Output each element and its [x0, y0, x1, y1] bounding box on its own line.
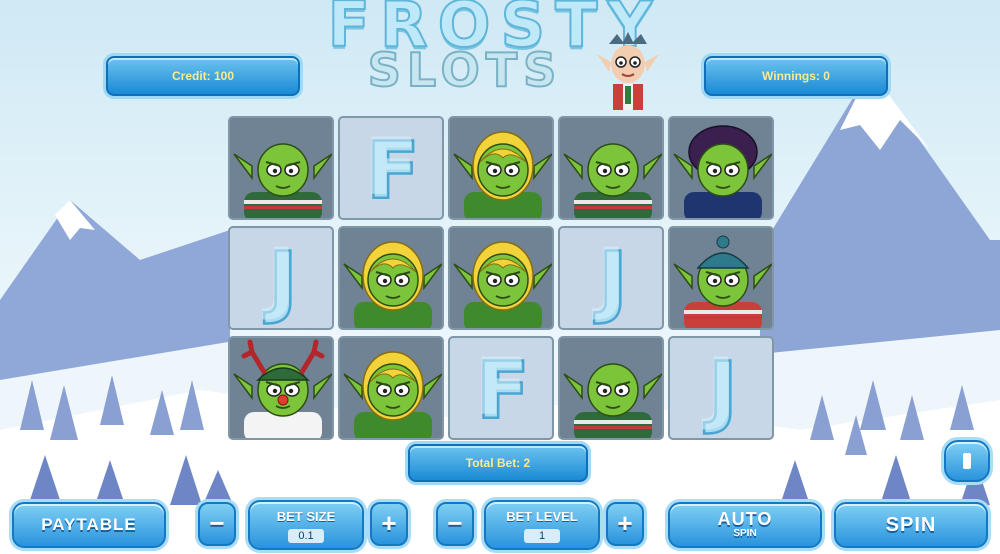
goblin-girl-blonde-icon	[453, 131, 552, 218]
goblin-boy-sweater-icon	[563, 143, 662, 218]
bet-size-value: 0.1	[288, 529, 324, 543]
goblin-girl-blonde-icon	[453, 241, 552, 328]
reels-grid: FFJJJJFFJJ	[228, 116, 775, 442]
spin-label: SPIN	[885, 513, 937, 536]
total-bet-display: Total Bet: 2	[408, 444, 588, 482]
auto-spin-label: AUTO	[717, 509, 773, 529]
fullscreen-icon	[963, 453, 971, 469]
ice-letter-J-icon: JJ	[261, 233, 298, 328]
reel-symbol-goblin-boy-sweater	[228, 116, 334, 220]
spin-button[interactable]: SPIN	[834, 502, 988, 548]
bet-size-control: BET SIZE 0.1	[248, 500, 364, 550]
svg-text:J: J	[591, 233, 625, 323]
svg-text:F: F	[474, 343, 527, 433]
reel-symbol-ice-letter-F: FF	[448, 336, 554, 440]
goblin-purple-hair-icon	[673, 125, 772, 218]
bet-level-control: BET LEVEL 1	[484, 500, 600, 550]
mascot-goblin	[597, 32, 659, 110]
bet-level-label: BET LEVEL	[506, 509, 578, 524]
ice-letter-J-icon: JJ	[591, 233, 628, 328]
ice-letter-J-icon: JJ	[701, 343, 738, 438]
reel-symbol-goblin-purple-hair	[668, 116, 774, 220]
ice-letter-F-icon: FF	[364, 123, 421, 218]
reel-symbol-goblin-girl-blonde	[448, 116, 554, 220]
reel-symbol-ice-letter-F: FF	[338, 116, 444, 220]
goblin-boy-sweater-icon	[563, 363, 662, 438]
reel-symbol-goblin-beanie	[668, 226, 774, 330]
paytable-button[interactable]: PAYTABLE	[12, 502, 166, 548]
goblin-boy-sweater-icon	[233, 143, 332, 218]
fullscreen-button[interactable]	[944, 440, 990, 482]
logo-line-2: SLOTS	[367, 42, 563, 98]
credit-display: Credit: 100	[106, 56, 300, 96]
goblin-reindeer-icon	[233, 339, 332, 438]
reel-symbol-goblin-reindeer	[228, 336, 334, 440]
credit-text: Credit: 100	[171, 69, 235, 83]
bet-level-value: 1	[524, 529, 560, 543]
bet-size-minus-button[interactable]: −	[198, 502, 236, 546]
auto-spin-button[interactable]: AUTO SPIN	[668, 502, 822, 548]
reel-symbol-goblin-girl-blonde	[338, 336, 444, 440]
reel-symbol-goblin-girl-blonde	[338, 226, 444, 330]
total-bet-text: Total Bet: 2	[465, 456, 531, 470]
reel-symbol-ice-letter-J: JJ	[228, 226, 334, 330]
ice-letter-F-icon: FF	[474, 343, 531, 438]
winnings-display: Winnings: 0	[704, 56, 888, 96]
bet-level-minus-button[interactable]: −	[436, 502, 474, 546]
bet-size-label: BET SIZE	[276, 509, 336, 524]
reel-symbol-goblin-boy-sweater	[558, 116, 664, 220]
goblin-girl-blonde-icon	[343, 241, 442, 328]
goblin-girl-blonde-icon	[343, 351, 442, 438]
goblin-beanie-icon	[673, 235, 772, 328]
bet-level-plus-button[interactable]: +	[606, 502, 644, 546]
winnings-text: Winnings: 0	[762, 69, 830, 83]
reel-symbol-ice-letter-J: JJ	[558, 226, 664, 330]
reel-symbol-ice-letter-J: JJ	[668, 336, 774, 440]
svg-text:J: J	[701, 343, 735, 433]
bet-size-plus-button[interactable]: +	[370, 502, 408, 546]
game-screen: FROSTY SLOTS Credit: 100 Winnings: 0 FFJ…	[0, 0, 1000, 554]
svg-text:F: F	[364, 123, 417, 213]
reel-symbol-goblin-girl-blonde	[448, 226, 554, 330]
reel-symbol-goblin-boy-sweater	[558, 336, 664, 440]
auto-spin-sublabel: SPIN	[733, 528, 757, 539]
paytable-label: PAYTABLE	[41, 515, 137, 534]
svg-text:J: J	[261, 233, 295, 323]
